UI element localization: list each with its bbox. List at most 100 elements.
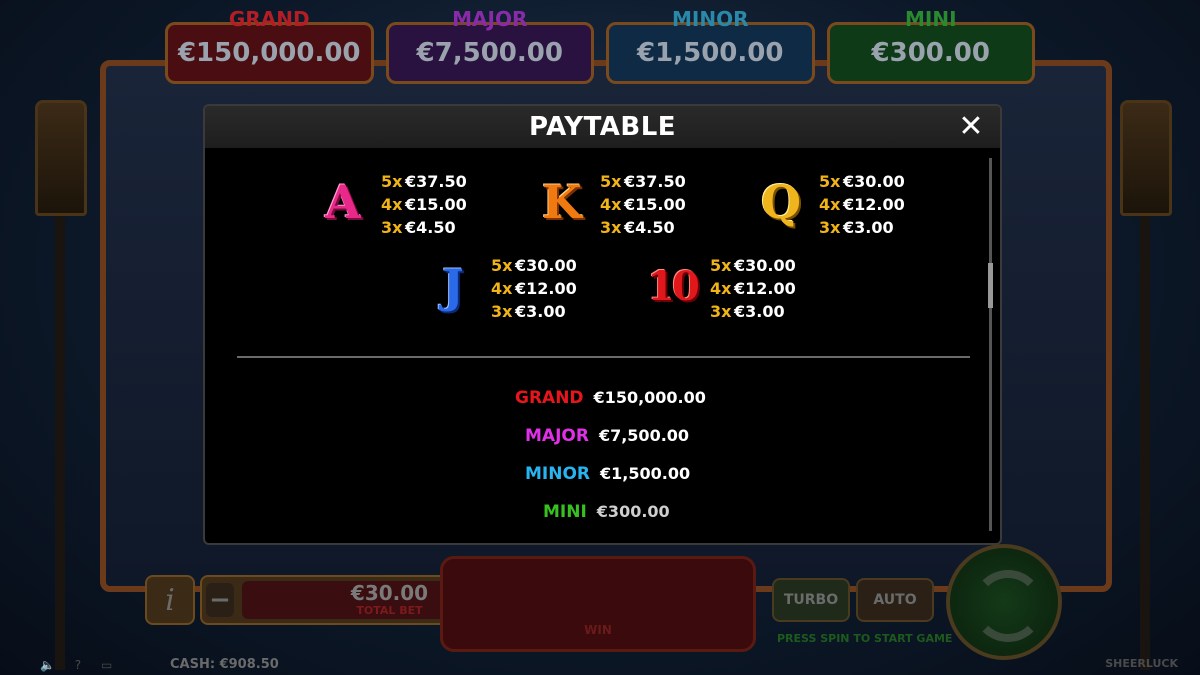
pay-multiplier: 3x <box>819 218 841 237</box>
paytable-symbol-a: A 5x €37.50 4x €15.00 3x €4.50 <box>313 170 563 239</box>
jackpot-label: GRAND <box>515 388 584 408</box>
paytable-modal: PAYTABLE ✕ A 5x €37.50 4x €15.00 3x €4.50 K… <box>203 104 1002 545</box>
jackpot-label: MAJOR <box>525 426 589 446</box>
jackpot-value: €1,500.00 <box>637 38 784 68</box>
jackpot-name: MINI <box>904 7 957 31</box>
paytable-symbol-k: K 5x €37.50 4x €15.00 3x €4.50 <box>532 170 782 239</box>
ten-symbol-icon: 10 <box>647 262 700 310</box>
pay-row: 3x €4.50 <box>600 216 686 239</box>
pay-multiplier: 5x <box>491 256 513 275</box>
pay-row: 3x €3.00 <box>491 300 577 323</box>
jackpot-minor: MINOR €1,500.00 <box>606 7 815 84</box>
pay-row: 4x €12.00 <box>491 277 577 300</box>
pay-list: 5x €30.00 4x €12.00 3x €3.00 <box>491 254 577 323</box>
section-divider <box>237 356 970 358</box>
scrollbar-thumb[interactable] <box>988 263 993 308</box>
jackpot-value: €1,500.00 <box>600 464 691 483</box>
pay-multiplier: 5x <box>381 172 403 191</box>
pay-amount: €15.00 <box>624 195 686 214</box>
auto-button[interactable]: AUTO <box>856 578 934 622</box>
spin-button[interactable] <box>946 544 1062 660</box>
lamp-post <box>1140 210 1150 670</box>
lamp-post <box>55 210 65 670</box>
pay-row: 4x €15.00 <box>600 193 686 216</box>
pay-multiplier: 4x <box>491 279 513 298</box>
status-bar: 🔈 ? ▭ CASH: €908.50 SHEERLUCK <box>0 655 1200 675</box>
pay-amount: €3.00 <box>734 302 785 321</box>
pay-multiplier: 4x <box>381 195 403 214</box>
close-icon[interactable]: ✕ <box>956 112 986 142</box>
pay-amount: €3.00 <box>515 302 566 321</box>
pay-amount: €12.00 <box>515 279 577 298</box>
pay-multiplier: 3x <box>710 302 732 321</box>
pay-amount: €37.50 <box>624 172 686 191</box>
win-label: WIN <box>584 623 612 637</box>
cash-balance: CASH: €908.50 <box>170 657 279 672</box>
decrease-bet-button[interactable]: − <box>206 583 234 617</box>
pay-multiplier: 3x <box>491 302 513 321</box>
jackpot-bar: GRAND €150,000.00 MAJOR €7,500.00 MINOR … <box>165 0 1035 84</box>
jackpot-value: €7,500.00 <box>598 426 690 445</box>
pay-row: 3x €3.00 <box>710 300 796 323</box>
pay-amount: €12.00 <box>734 279 796 298</box>
paytable-symbol-10: 10 5x €30.00 4x €12.00 3x €3.00 <box>642 254 892 323</box>
pay-row: 5x €37.50 <box>600 170 686 193</box>
q-symbol-icon: Q <box>760 175 802 229</box>
pay-row: 4x €15.00 <box>381 193 467 216</box>
pay-multiplier: 4x <box>819 195 841 214</box>
pay-amount: €15.00 <box>405 195 467 214</box>
jackpot-value: €150,000.00 <box>593 388 706 407</box>
jackpot-row-grand: GRAND €150,000.00 <box>515 388 706 408</box>
pay-list: 5x €37.50 4x €15.00 3x €4.50 <box>600 170 686 239</box>
pay-row: 3x €3.00 <box>819 216 905 239</box>
jackpot-name: GRAND <box>228 7 310 31</box>
jackpot-row-minor: MINOR €1,500.00 <box>525 464 690 484</box>
jackpot-value: €300.00 <box>596 502 670 521</box>
pay-amount: €4.50 <box>405 218 456 237</box>
pay-list: 5x €30.00 4x €12.00 3x €3.00 <box>710 254 796 323</box>
a-symbol-icon: A <box>325 175 361 229</box>
brand-logo: SHEERLUCK <box>1105 657 1178 670</box>
paytable-scrollbar[interactable] <box>988 158 993 531</box>
jackpot-label: MINOR <box>525 464 591 484</box>
turbo-button[interactable]: TURBO <box>772 578 850 622</box>
pay-amount: €3.00 <box>843 218 894 237</box>
pay-amount: €12.00 <box>843 195 905 214</box>
pay-amount: €37.50 <box>405 172 467 191</box>
jackpot-row-mini: MINI €300.00 <box>543 502 670 522</box>
pay-row: 5x €30.00 <box>710 254 796 277</box>
control-bar: i − €30.00 TOTAL BET + WIN TURBO AUTO PR… <box>145 556 1055 652</box>
pay-multiplier: 3x <box>600 218 622 237</box>
pay-multiplier: 5x <box>819 172 841 191</box>
modal-title: PAYTABLE <box>528 112 677 142</box>
jackpot-label: MINI <box>543 502 587 522</box>
pay-row: 5x €30.00 <box>491 254 577 277</box>
modal-header: PAYTABLE ✕ <box>205 106 1000 148</box>
paytable-symbol-j: J 5x €30.00 4x €12.00 3x €3.00 <box>423 254 673 323</box>
pay-row: 5x €30.00 <box>819 170 905 193</box>
jackpot-name: MINOR <box>672 7 749 31</box>
jackpot-mini: MINI €300.00 <box>826 7 1035 84</box>
info-button[interactable]: i <box>145 575 195 625</box>
pay-row: 4x €12.00 <box>819 193 905 216</box>
street-lamp <box>35 100 87 216</box>
paytable-symbol-q: Q 5x €30.00 4x €12.00 3x €3.00 <box>751 170 1000 239</box>
street-lamp <box>1120 100 1172 216</box>
spin-icon <box>972 570 1044 642</box>
win-display: WIN <box>440 556 756 652</box>
press-spin-hint: PRESS SPIN TO START GAME <box>777 632 953 645</box>
jackpot-grand: GRAND €150,000.00 <box>165 7 374 84</box>
pay-list: 5x €30.00 4x €12.00 3x €3.00 <box>819 170 905 239</box>
jackpot-row-major: MAJOR €7,500.00 <box>525 426 689 446</box>
jackpot-major: MAJOR €7,500.00 <box>385 7 594 84</box>
k-symbol-icon: K <box>542 175 582 229</box>
jackpot-value: €7,500.00 <box>416 38 563 68</box>
status-icons: 🔈 ? ▭ <box>40 658 121 672</box>
pay-list: 5x €37.50 4x €15.00 3x €4.50 <box>381 170 467 239</box>
pay-amount: €30.00 <box>734 256 796 275</box>
pay-amount: €4.50 <box>624 218 675 237</box>
pay-row: 4x €12.00 <box>710 277 796 300</box>
pay-row: 5x €37.50 <box>381 170 467 193</box>
pay-row: 3x €4.50 <box>381 216 467 239</box>
pay-multiplier: 5x <box>600 172 622 191</box>
